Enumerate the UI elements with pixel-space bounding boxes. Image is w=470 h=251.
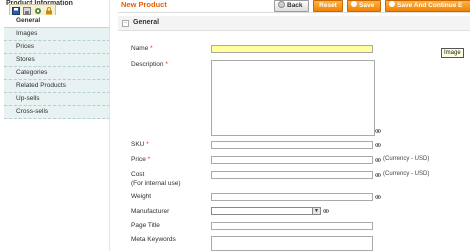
back-button[interactable]: Back	[274, 0, 309, 12]
cost-input[interactable]	[211, 171, 373, 179]
required-marker: *	[150, 45, 153, 52]
sidebar: Product Information General Images Price…	[0, 0, 110, 251]
save-and-continue-button[interactable]: Save And Continue E	[385, 0, 470, 12]
cost-label: Cost	[131, 171, 145, 178]
cost-currency-scope: (Currency - USD)	[383, 171, 430, 177]
price-label: Price *	[131, 156, 150, 163]
save-continue-check-icon	[389, 1, 395, 8]
chevron-down-icon[interactable]: ▼	[312, 208, 320, 214]
price-label-text: Price	[131, 156, 146, 163]
price-input[interactable]	[211, 156, 373, 164]
description-label-text: Description	[131, 61, 164, 68]
description-textarea[interactable]	[211, 60, 375, 136]
link-icon[interactable]	[375, 195, 381, 199]
required-marker: *	[165, 61, 168, 68]
manufacturer-label: Manufacturer	[131, 208, 170, 215]
link-icon[interactable]	[375, 129, 381, 133]
tab-cross-sells[interactable]: Cross-sells	[4, 106, 110, 119]
sku-label-text: SKU	[131, 141, 145, 148]
sku-label: SKU *	[131, 141, 149, 148]
product-tabs: General Images Prices Stores Categories …	[4, 15, 110, 119]
weight-label: Weight	[131, 193, 152, 200]
header-divider	[118, 12, 470, 13]
link-icon[interactable]	[375, 143, 381, 147]
tab-related-products[interactable]: Related Products	[4, 80, 110, 93]
sku-input[interactable]	[211, 141, 373, 149]
description-label: Description *	[131, 61, 168, 68]
reset-button[interactable]: Reset	[313, 0, 343, 12]
link-icon[interactable]	[323, 209, 329, 213]
back-button-label: Back	[287, 2, 303, 9]
required-marker: *	[146, 141, 149, 148]
save-button-label: Save	[359, 2, 375, 9]
page-title-label: Page Title	[131, 222, 160, 229]
price-currency-scope: (Currency - USD)	[383, 156, 430, 162]
required-marker: *	[147, 156, 151, 163]
tab-general[interactable]: General	[4, 15, 110, 28]
link-icon[interactable]	[375, 173, 381, 177]
reset-button-label: Reset	[319, 2, 337, 9]
collapse-icon[interactable]: –	[122, 20, 129, 27]
tab-up-sells[interactable]: Up-sells	[4, 93, 110, 106]
name-label-text: Name	[131, 45, 149, 52]
weight-input[interactable]	[211, 193, 373, 201]
save-button[interactable]: Save	[347, 0, 381, 12]
tab-stores[interactable]: Stores	[4, 54, 110, 67]
section-title: General	[133, 19, 160, 26]
section-header[interactable]: – General	[118, 16, 470, 31]
manufacturer-select[interactable]: ▼	[211, 207, 321, 215]
link-icon[interactable]	[375, 158, 381, 162]
tab-categories[interactable]: Categories	[4, 67, 110, 80]
save-check-icon	[351, 1, 357, 8]
name-label: Name *	[131, 45, 153, 52]
page-title: New Product	[121, 0, 167, 9]
image-tooltip: Image	[441, 48, 464, 58]
cost-note: (For internal use)	[131, 180, 181, 187]
name-input[interactable]	[211, 45, 373, 53]
save-and-continue-label: Save And Continue E	[397, 2, 463, 9]
meta-keywords-textarea[interactable]	[211, 236, 373, 251]
meta-keywords-label: Meta Keywords	[131, 236, 176, 243]
tab-images[interactable]: Images	[4, 28, 110, 41]
tab-prices[interactable]: Prices	[4, 41, 110, 54]
back-arrow-icon	[278, 0, 285, 8]
sidebar-divider	[109, 0, 110, 251]
page-title-input[interactable]	[211, 222, 373, 230]
